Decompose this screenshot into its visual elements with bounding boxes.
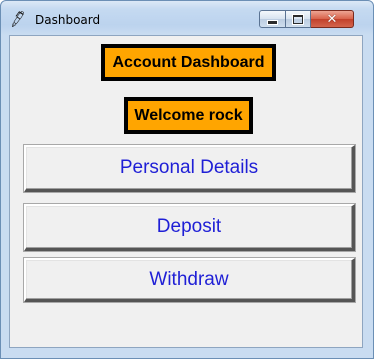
maximize-icon xyxy=(293,14,303,24)
welcome-label: Welcome rock xyxy=(124,97,253,134)
minimize-button[interactable] xyxy=(259,10,286,28)
close-icon: ✕ xyxy=(326,11,338,27)
dashboard-window: 🖋 Dashboard ✕ Account Dashboard Welcome … xyxy=(0,0,374,359)
deposit-button[interactable]: Deposit xyxy=(23,203,356,252)
title-bar[interactable]: 🖋 Dashboard ✕ xyxy=(1,1,373,35)
maximize-button[interactable] xyxy=(286,10,311,28)
minimize-icon xyxy=(267,19,278,25)
window-controls: ✕ xyxy=(259,10,354,28)
feather-icon: 🖋 xyxy=(7,9,29,29)
window-title: Dashboard xyxy=(35,13,101,27)
withdraw-button[interactable]: Withdraw xyxy=(23,257,356,303)
client-area: Account Dashboard Welcome rock Personal … xyxy=(9,35,363,348)
personal-details-button[interactable]: Personal Details xyxy=(23,144,356,193)
close-button[interactable]: ✕ xyxy=(311,10,354,28)
dashboard-heading: Account Dashboard xyxy=(101,44,276,81)
